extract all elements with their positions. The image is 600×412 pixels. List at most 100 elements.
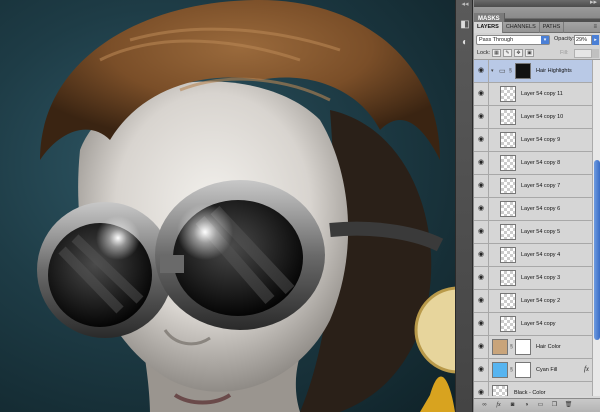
layer-thumbnail[interactable] — [492, 385, 508, 396]
blend-mode-select[interactable]: Pass Through ▾ — [476, 35, 550, 45]
layer-row-cyan-fill[interactable]: ◉ § Cyan Fill fx — [474, 359, 592, 382]
opacity-input[interactable]: 29% — [574, 35, 592, 45]
layer-thumbnail[interactable] — [500, 201, 516, 217]
column-divider — [488, 359, 489, 382]
visibility-eye-icon[interactable]: ◉ — [477, 90, 485, 98]
add-style-icon[interactable]: fx — [494, 401, 503, 410]
document-canvas[interactable] — [0, 0, 455, 412]
fill-color-thumbnail[interactable] — [492, 362, 508, 378]
mask-link-icon[interactable]: § — [510, 367, 513, 373]
masks-icon[interactable]: ◐ — [458, 36, 472, 50]
column-divider — [488, 221, 489, 244]
visibility-eye-icon[interactable]: ◉ — [477, 159, 485, 167]
layer-name: Layer 54 copy 7 — [521, 183, 561, 189]
layer-row[interactable]: ◉ Layer 54 copy 7 — [474, 175, 592, 198]
visibility-eye-icon[interactable]: ◉ — [477, 113, 485, 121]
add-mask-icon[interactable]: ◙ — [508, 401, 517, 410]
visibility-eye-icon[interactable]: ◉ — [477, 228, 485, 236]
fill-input[interactable] — [574, 49, 592, 58]
layer-row[interactable]: ◉ Layer 54 copy 10 — [474, 106, 592, 129]
trash-icon[interactable]: 🗑 — [564, 401, 573, 410]
masks-tab-row: MASKS — [474, 7, 600, 25]
layer-effects-icon[interactable]: fx — [584, 365, 589, 373]
visibility-eye-icon[interactable]: ◉ — [477, 320, 485, 328]
column-divider — [488, 129, 489, 152]
layer-thumbnail[interactable] — [500, 247, 516, 263]
visibility-eye-icon[interactable]: ◉ — [477, 274, 485, 282]
lock-position-icon[interactable]: ✥ — [514, 49, 523, 57]
mask-link-icon[interactable]: § — [510, 344, 513, 350]
blend-row: Pass Through ▾ Opacity: 29% ▸ — [474, 33, 600, 47]
folder-icon: ▭ — [499, 68, 506, 75]
layer-row-hair-highlights[interactable]: ◉ ▾ ▭ § Hair Highlights — [474, 60, 592, 83]
visibility-eye-icon[interactable]: ◉ — [477, 297, 485, 305]
layer-thumbnail[interactable] — [500, 316, 516, 332]
layer-row[interactable]: ◉ Layer 54 copy 5 — [474, 221, 592, 244]
layer-row[interactable]: ◉ Layer 54 copy 2 — [474, 290, 592, 313]
collapse-icon[interactable]: ▸▸ — [590, 0, 597, 6]
layer-row[interactable]: ◉ Layer 54 copy 11 — [474, 83, 592, 106]
layer-name: Layer 54 copy 11 — [521, 91, 563, 97]
column-divider — [488, 198, 489, 221]
group-expand-icon[interactable]: ▾ — [491, 68, 494, 74]
layer-thumbnail[interactable] — [500, 178, 516, 194]
layer-row[interactable]: ◉ Layer 54 copy 9 — [474, 129, 592, 152]
visibility-eye-icon[interactable]: ◉ — [477, 205, 485, 213]
layer-mask-thumbnail[interactable] — [515, 362, 531, 378]
visibility-eye-icon[interactable]: ◉ — [477, 251, 485, 259]
group-mask-thumbnail[interactable] — [515, 63, 531, 79]
visibility-eye-icon[interactable]: ◉ — [477, 389, 485, 396]
scrollbar-thumb[interactable] — [594, 160, 600, 340]
opacity-slider-arrow-icon[interactable]: ▸ — [592, 35, 599, 45]
new-group-icon[interactable]: ▭ — [536, 401, 545, 410]
panel-tabs: LAYERS CHANNELS PATHS ≡ — [474, 22, 600, 33]
layer-thumbnail[interactable] — [500, 132, 516, 148]
lock-image-icon[interactable]: ✎ — [503, 49, 512, 57]
layers-list: ◉ ▾ ▭ § Hair Highlights ◉ Layer 54 copy … — [474, 60, 592, 396]
layer-thumbnail[interactable] — [500, 109, 516, 125]
dock-grip-icon[interactable]: ◂◂ — [459, 1, 471, 8]
layer-row-black-color[interactable]: ◉ Black - Color — [474, 382, 592, 396]
layer-thumbnail[interactable] — [500, 293, 516, 309]
layer-name: Hair Highlights — [536, 68, 572, 74]
layer-thumbnail[interactable] — [500, 155, 516, 171]
layer-thumbnail[interactable] — [500, 224, 516, 240]
mask-link-icon[interactable]: § — [509, 68, 512, 74]
lock-transparent-icon[interactable]: ▦ — [492, 49, 501, 57]
tab-paths[interactable]: PATHS — [540, 22, 565, 33]
layer-name: Layer 54 copy 6 — [521, 206, 561, 212]
lock-all-icon[interactable]: ▣ — [525, 49, 534, 57]
layer-row[interactable]: ◉ Layer 54 copy 8 — [474, 152, 592, 175]
layer-name: Layer 54 copy — [521, 321, 556, 327]
link-layers-icon[interactable]: ∞ — [480, 401, 489, 410]
layer-thumbnail[interactable] — [492, 339, 508, 355]
new-layer-icon[interactable]: ❐ — [550, 401, 559, 410]
column-divider — [488, 106, 489, 129]
layer-thumbnail[interactable] — [500, 270, 516, 286]
layer-row[interactable]: ◉ Layer 54 copy — [474, 313, 592, 336]
new-adjustment-icon[interactable]: ◑ — [522, 401, 531, 410]
adjustments-icon[interactable]: ◧ — [458, 18, 472, 32]
column-divider — [488, 60, 489, 83]
visibility-eye-icon[interactable]: ◉ — [477, 67, 485, 75]
layer-row[interactable]: ◉ Layer 54 copy 4 — [474, 244, 592, 267]
tab-channels[interactable]: CHANNELS — [503, 22, 540, 33]
layer-name: Layer 54 copy 4 — [521, 252, 561, 258]
tab-layers[interactable]: LAYERS — [474, 22, 503, 33]
visibility-eye-icon[interactable]: ◉ — [477, 182, 485, 190]
layer-mask-thumbnail[interactable] — [515, 339, 531, 355]
layer-thumbnail[interactable] — [500, 86, 516, 102]
layer-row[interactable]: ◉ Layer 54 copy 6 — [474, 198, 592, 221]
visibility-eye-icon[interactable]: ◉ — [477, 343, 485, 351]
layer-row[interactable]: ◉ Layer 54 copy 3 — [474, 267, 592, 290]
layer-row-hair-color[interactable]: ◉ § Hair Color — [474, 336, 592, 359]
column-divider — [488, 382, 489, 396]
panel-menu-icon[interactable]: ≡ — [593, 22, 597, 33]
panel-title-bar[interactable]: ▸▸ — [474, 0, 600, 7]
layer-name: Layer 54 copy 8 — [521, 160, 561, 166]
fill-slider-arrow-icon[interactable] — [592, 49, 599, 58]
column-divider — [488, 175, 489, 198]
visibility-eye-icon[interactable]: ◉ — [477, 366, 485, 374]
visibility-eye-icon[interactable]: ◉ — [477, 136, 485, 144]
layers-scrollbar[interactable] — [592, 60, 600, 396]
